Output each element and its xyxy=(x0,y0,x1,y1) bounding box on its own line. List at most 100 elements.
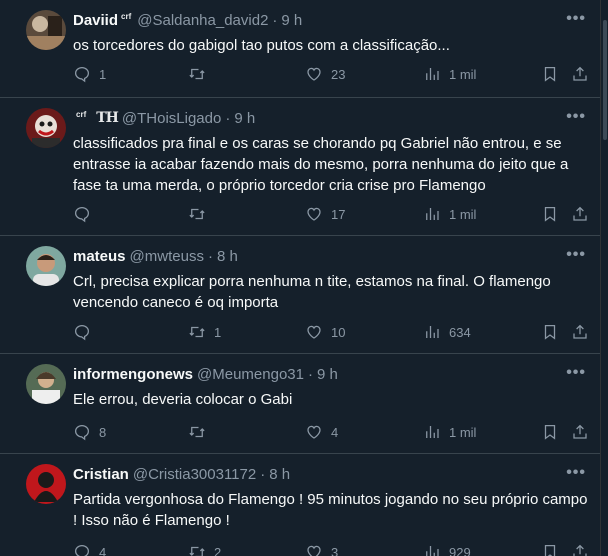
bookmark-button[interactable] xyxy=(541,64,559,84)
view-count: 634 xyxy=(449,324,471,340)
tweet-text: Crl, precisa explicar porra nenhuma n ti… xyxy=(73,273,551,311)
avatar[interactable] xyxy=(26,464,66,504)
reply-button[interactable] xyxy=(73,322,99,342)
retweet-button[interactable]: 1 xyxy=(188,322,221,342)
timestamp[interactable]: 8 h xyxy=(217,248,238,265)
tweet[interactable]: informengonews @Meumengo31 · 9 h ••• Ele… xyxy=(0,354,600,454)
author-handle[interactable]: @Cristia30031172 xyxy=(133,466,256,483)
view-count: 1 mil xyxy=(449,66,477,82)
retweet-icon xyxy=(188,65,206,83)
reply-button[interactable]: 8 xyxy=(73,422,106,442)
like-icon xyxy=(305,423,323,441)
like-button[interactable]: 10 xyxy=(305,322,345,342)
tweet-header: crf TH @THoisLigado · 9 h xyxy=(73,108,255,128)
tweet[interactable]: Daviid crf @Saldanha_david2 · 9 h ••• os… xyxy=(0,0,600,98)
more-icon[interactable]: ••• xyxy=(566,364,586,382)
avatar[interactable] xyxy=(26,10,66,50)
author-handle[interactable]: @Saldanha_david2 xyxy=(137,12,268,29)
like-icon xyxy=(305,543,323,556)
tweet[interactable]: crf TH @THoisLigado · 9 h ••• classifica… xyxy=(0,98,600,236)
bookmark-button[interactable] xyxy=(541,322,559,342)
tweet[interactable]: mateus @mwteuss · 8 h ••• Crl, precisa e… xyxy=(0,236,600,354)
like-button[interactable]: 23 xyxy=(305,64,345,84)
view-count: 1 mil xyxy=(449,206,477,222)
like-count: 17 xyxy=(331,206,346,222)
retweet-icon xyxy=(188,423,206,441)
views-button[interactable]: 634 xyxy=(423,322,471,342)
more-icon[interactable]: ••• xyxy=(566,246,586,264)
separator: · xyxy=(307,365,313,383)
bookmark-button[interactable] xyxy=(541,542,559,556)
separator: · xyxy=(207,247,213,265)
avatar[interactable] xyxy=(26,364,66,404)
share-icon xyxy=(571,323,589,341)
retweet-button[interactable]: 2 xyxy=(188,542,221,556)
reply-button[interactable]: 4 xyxy=(73,542,106,556)
share-button[interactable] xyxy=(571,422,589,442)
tweet-text: Ele errou, deveria colocar o Gabi xyxy=(73,391,293,408)
th-badge: TH xyxy=(96,110,119,126)
share-icon xyxy=(571,205,589,223)
timestamp[interactable]: 9 h xyxy=(234,110,255,127)
share-icon xyxy=(571,423,589,441)
author-name[interactable]: mateus xyxy=(73,248,126,265)
author-name[interactable]: Daviid xyxy=(73,12,118,29)
share-button[interactable] xyxy=(571,542,589,556)
like-icon xyxy=(305,205,323,223)
share-button[interactable] xyxy=(571,204,589,224)
like-button[interactable]: 17 xyxy=(305,204,345,224)
views-button[interactable]: 1 mil xyxy=(423,64,476,84)
share-button[interactable] xyxy=(571,322,589,342)
action-bar: 1 23 1 mil xyxy=(73,64,593,84)
more-icon[interactable]: ••• xyxy=(566,464,586,482)
views-button[interactable]: 1 mil xyxy=(423,422,476,442)
retweet-button[interactable] xyxy=(188,204,214,224)
action-bar: 17 1 mil xyxy=(73,204,593,224)
bookmark-icon xyxy=(541,423,559,441)
author-handle[interactable]: @Meumengo31 xyxy=(197,366,304,383)
author-handle[interactable]: @mwteuss xyxy=(130,248,204,265)
tweet-text: os torcedores do gabigol tao putos com a… xyxy=(73,37,450,54)
scrollbar-thumb[interactable] xyxy=(603,20,607,140)
author-name[interactable]: Cristian xyxy=(73,466,129,483)
more-icon[interactable]: ••• xyxy=(566,108,586,126)
tweet-header: mateus @mwteuss · 8 h xyxy=(73,246,238,266)
like-icon xyxy=(305,65,323,83)
like-button[interactable]: 4 xyxy=(305,422,338,442)
reply-icon xyxy=(73,423,91,441)
view-count: 929 xyxy=(449,544,471,556)
views-button[interactable]: 1 mil xyxy=(423,204,476,224)
action-bar: 1 10 634 xyxy=(73,322,593,342)
author-name[interactable]: informengonews xyxy=(73,366,193,383)
reply-icon xyxy=(73,65,91,83)
more-icon[interactable]: ••• xyxy=(566,10,586,28)
like-count: 23 xyxy=(331,66,346,82)
views-icon xyxy=(423,323,441,341)
avatar[interactable] xyxy=(26,108,66,148)
timestamp[interactable]: 9 h xyxy=(317,366,338,383)
bookmark-icon xyxy=(541,543,559,556)
bookmark-button[interactable] xyxy=(541,422,559,442)
reply-count: 1 xyxy=(99,66,107,82)
scrollbar[interactable] xyxy=(600,0,608,556)
timestamp[interactable]: 8 h xyxy=(269,466,290,483)
reply-icon xyxy=(73,543,91,556)
tweet[interactable]: Cristian @Cristia30031172 · 8 h ••• Part… xyxy=(0,454,600,556)
retweet-button[interactable] xyxy=(188,422,214,442)
views-button[interactable]: 929 xyxy=(423,542,471,556)
avatar[interactable] xyxy=(26,246,66,286)
like-count: 4 xyxy=(331,424,339,440)
reply-button[interactable] xyxy=(73,204,99,224)
share-button[interactable] xyxy=(571,64,589,84)
retweet-button[interactable] xyxy=(188,64,214,84)
reply-icon xyxy=(73,323,91,341)
view-count: 1 mil xyxy=(449,424,477,440)
like-icon xyxy=(305,323,323,341)
timestamp[interactable]: 9 h xyxy=(281,12,302,29)
author-handle[interactable]: @THoisLigado xyxy=(122,110,221,127)
tweet-header: Cristian @Cristia30031172 · 8 h xyxy=(73,464,290,484)
bookmark-button[interactable] xyxy=(541,204,559,224)
reply-count: 4 xyxy=(99,544,107,556)
like-button[interactable]: 3 xyxy=(305,542,338,556)
reply-button[interactable]: 1 xyxy=(73,64,106,84)
